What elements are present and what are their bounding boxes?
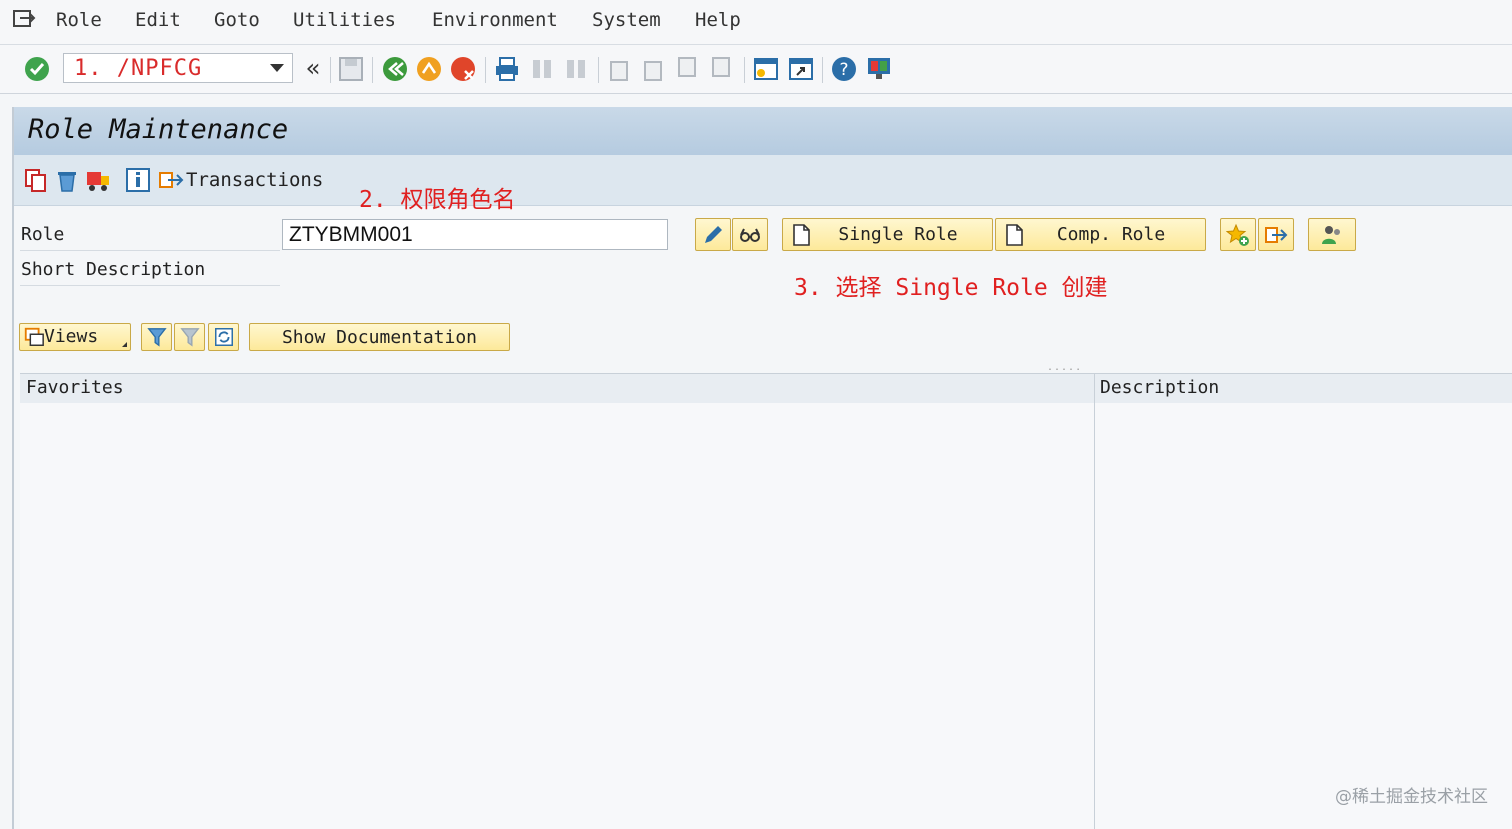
menu-help[interactable]: Help — [695, 9, 741, 31]
filter-button[interactable] — [141, 323, 172, 351]
previous-page-icon[interactable] — [640, 55, 668, 83]
label-underline — [20, 250, 280, 251]
page-title: Role Maintenance — [28, 114, 289, 145]
transport-icon[interactable] — [85, 167, 111, 193]
comp-role-label: Comp. Role — [1056, 224, 1166, 245]
cancel-icon[interactable] — [449, 55, 477, 83]
find-next-icon[interactable] — [562, 55, 590, 83]
enter-check-icon[interactable] — [23, 55, 51, 83]
column-favorites[interactable]: Favorites — [26, 377, 124, 398]
svg-text:?: ? — [839, 60, 848, 80]
add-favorite-button[interactable] — [1220, 218, 1256, 251]
favorites-tree[interactable] — [20, 403, 1512, 829]
toolbar-separator — [372, 57, 373, 83]
menu-bar: Role Edit Goto Utilities Environment Sys… — [0, 0, 1512, 45]
first-page-icon[interactable] — [606, 55, 634, 83]
toolbar-separator — [330, 57, 331, 83]
column-description[interactable]: Description — [1100, 377, 1219, 398]
annotation-step2: 2. 权限角色名 — [359, 187, 516, 213]
copy-icon[interactable] — [23, 167, 49, 193]
favorites-table-header: Favorites Description — [20, 373, 1512, 404]
menu-system[interactable]: System — [592, 9, 661, 31]
single-role-button[interactable]: Single Role — [782, 218, 993, 251]
frame-edge — [12, 107, 14, 829]
role-input[interactable] — [282, 219, 668, 250]
last-page-icon[interactable] — [708, 55, 736, 83]
splitter-grip-icon[interactable]: ..... — [1047, 362, 1082, 373]
change-button[interactable] — [695, 218, 731, 251]
command-field-value: 1. /NPFCG — [74, 56, 203, 81]
single-role-label: Single Role — [838, 224, 958, 245]
annotation-step3: 3. 选择 Single Role 创建 — [794, 275, 1108, 301]
transfer-icon — [1265, 227, 1288, 243]
transactions-icon[interactable] — [158, 167, 184, 193]
customize-layout-icon[interactable] — [865, 55, 893, 83]
dropdown-corner-icon — [122, 342, 127, 347]
command-field[interactable]: 1. /NPFCG — [63, 53, 293, 83]
find-icon[interactable] — [528, 55, 556, 83]
display-button[interactable] — [732, 218, 768, 251]
shortcut-icon[interactable] — [787, 55, 815, 83]
print-icon[interactable] — [493, 55, 521, 83]
chevron-down-icon[interactable] — [270, 64, 284, 72]
delete-icon[interactable] — [54, 167, 80, 193]
views-icon — [24, 327, 44, 346]
users-icon — [1322, 226, 1340, 244]
short-description-label: Short Description — [21, 259, 206, 280]
new-session-icon[interactable] — [752, 55, 780, 83]
toolbar-separator — [822, 57, 823, 83]
watermark: @稀土掘金技术社区 — [1335, 787, 1488, 807]
refresh-button[interactable] — [208, 323, 239, 351]
filter-off-button[interactable] — [174, 323, 205, 351]
show-documentation-label: Show Documentation — [281, 327, 478, 348]
column-divider[interactable] — [1094, 373, 1095, 829]
menu-environment[interactable]: Environment — [432, 9, 558, 31]
filter-disabled-icon — [180, 328, 200, 347]
menu-utilities[interactable]: Utilities — [293, 9, 396, 31]
help-icon[interactable]: ? — [830, 55, 858, 83]
glasses-icon — [740, 228, 760, 242]
menu-role[interactable]: Role — [56, 9, 102, 31]
role-label: Role — [21, 224, 65, 245]
exit-session-icon[interactable] — [12, 8, 36, 30]
next-page-icon[interactable] — [674, 55, 702, 83]
menu-edit[interactable]: Edit — [135, 9, 181, 31]
exit-icon[interactable] — [415, 55, 443, 83]
title-bar: Role Maintenance — [14, 107, 1512, 155]
label-underline — [20, 285, 280, 286]
application-toolbar: Transactions — [14, 155, 1512, 206]
star-add-icon — [1226, 223, 1249, 246]
system-toolbar: 1. /NPFCG « ? — [0, 45, 1512, 94]
save-icon[interactable] — [337, 55, 365, 83]
move-favorite-button[interactable] — [1258, 218, 1294, 251]
views-label: Views — [44, 326, 99, 347]
collapse-icon[interactable]: « — [306, 54, 320, 82]
menu-goto[interactable]: Goto — [214, 9, 260, 31]
back-icon[interactable] — [381, 55, 409, 83]
user-assignment-button[interactable] — [1308, 218, 1356, 251]
refresh-icon — [215, 328, 233, 346]
show-documentation-button[interactable]: Show Documentation — [249, 323, 510, 351]
filter-icon — [147, 328, 167, 347]
toolbar-separator — [744, 57, 745, 83]
comp-role-button[interactable]: Comp. Role — [995, 218, 1206, 251]
toolbar-separator — [598, 57, 599, 83]
information-icon[interactable] — [125, 167, 151, 193]
views-button[interactable]: Views — [19, 323, 131, 351]
transactions-button[interactable]: Transactions — [186, 169, 323, 191]
toolbar-separator — [485, 57, 486, 83]
pencil-icon — [705, 226, 722, 243]
